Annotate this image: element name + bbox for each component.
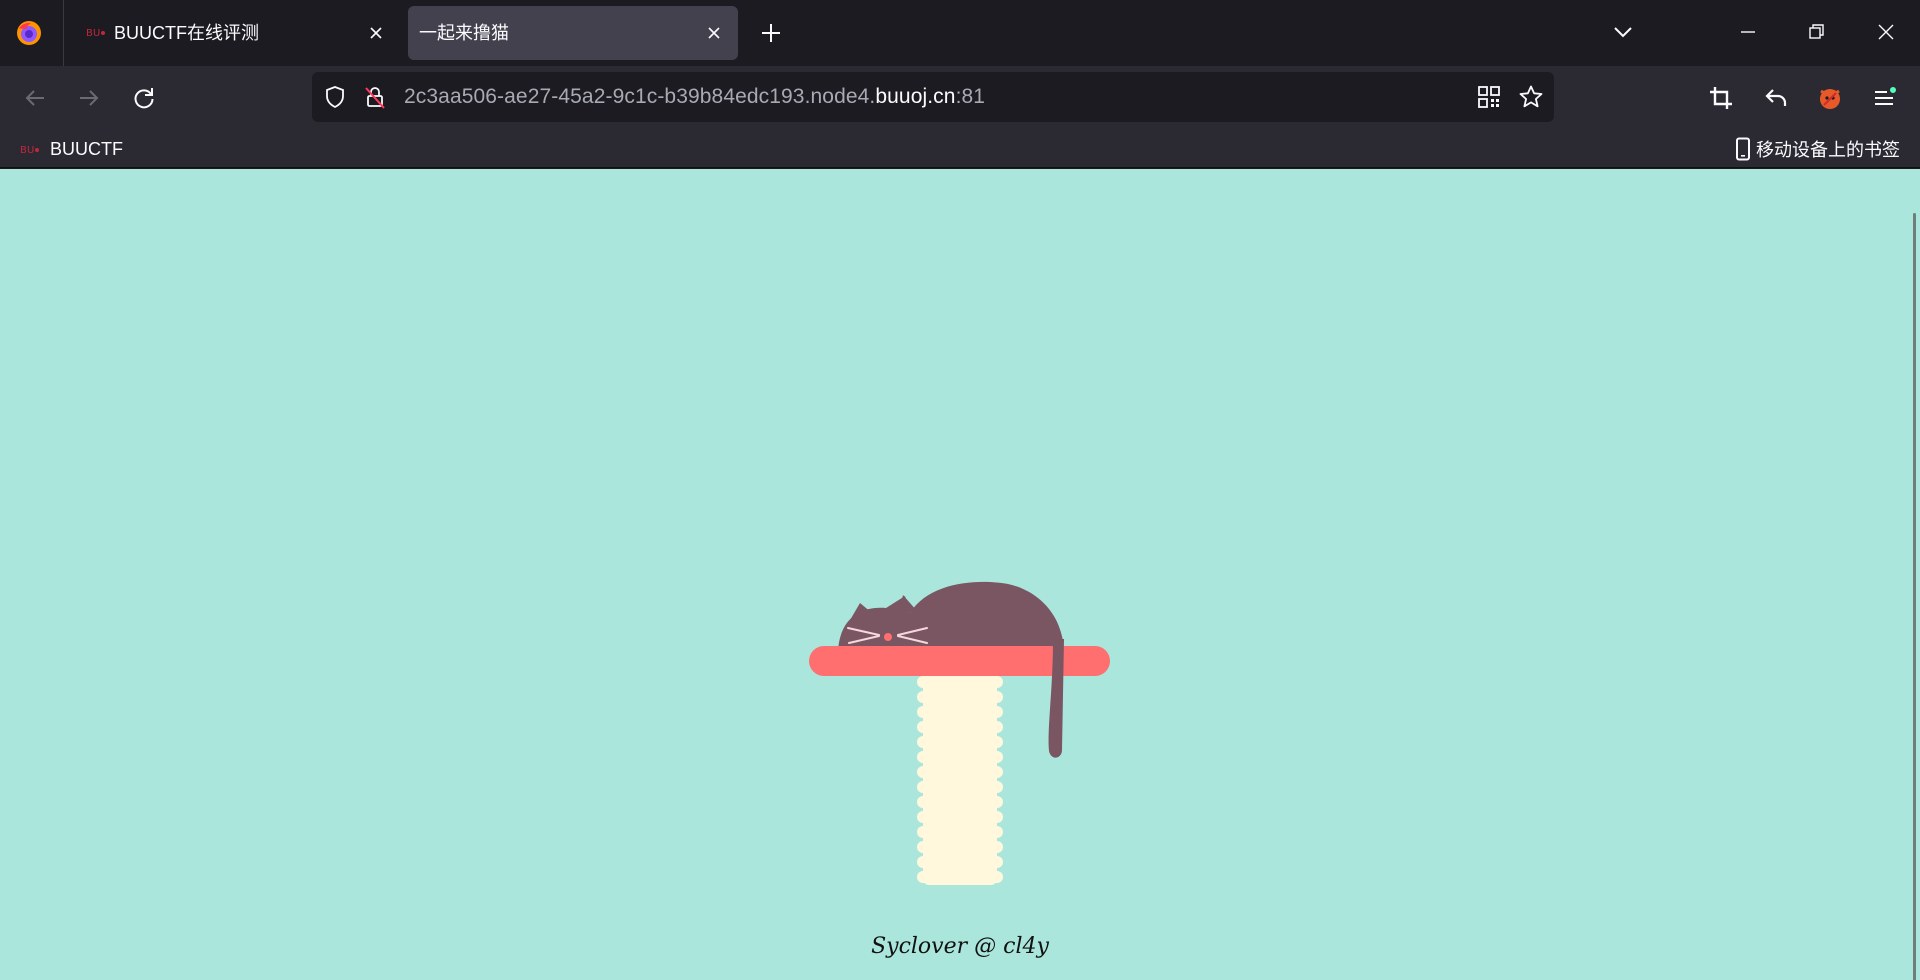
new-tab-plus-icon[interactable] [759, 21, 783, 45]
minimize-icon[interactable] [1736, 20, 1760, 44]
post-bump [991, 841, 1003, 853]
post-bump [917, 736, 929, 748]
mobile-bookmarks[interactable]: 移动设备上的书签 [1734, 136, 1900, 162]
post-bump [917, 766, 929, 778]
post-bump [991, 736, 1003, 748]
url-domain: buuoj.cn [875, 85, 956, 108]
post-bump [917, 751, 929, 763]
chevron-down-icon[interactable] [1612, 23, 1634, 41]
buuctf-favicon-icon: B U [86, 28, 105, 39]
bookmark-star-icon[interactable] [1518, 84, 1544, 110]
tab-title: 一起来撸猫 [419, 23, 509, 43]
post-bump [917, 796, 929, 808]
menu-hamburger-icon[interactable] [1872, 85, 1898, 111]
navigation-toolbar: 2c3aa506-ae27-45a2-9c1c-b39b84edc193.nod… [0, 66, 1920, 130]
cat [838, 581, 1064, 651]
buuctf-favicon-icon: B U [20, 145, 39, 156]
post-bump [991, 871, 1003, 883]
post-bump [991, 676, 1003, 688]
bookmark-buuctf[interactable]: B U BUUCTF [20, 136, 123, 162]
restore-icon[interactable] [1804, 20, 1828, 44]
post-bump [991, 706, 1003, 718]
post-bump [991, 811, 1003, 823]
close-tab-icon[interactable] [366, 23, 386, 43]
close-tab-icon[interactable] [704, 23, 724, 43]
post-bump [991, 766, 1003, 778]
forward-arrow-icon[interactable] [76, 85, 102, 111]
post-bump [917, 691, 929, 703]
back-arrow-icon[interactable] [22, 85, 48, 111]
post-bump [917, 781, 929, 793]
tab-strip: B U BUUCTF在线评测 一起来撸猫 [0, 0, 1920, 66]
shield-icon[interactable] [322, 84, 348, 110]
post-bump [917, 871, 929, 883]
post-bump [991, 781, 1003, 793]
svg-text:B: B [86, 28, 93, 39]
reload-icon[interactable] [131, 85, 157, 111]
post-bump [991, 721, 1003, 733]
post-bump [917, 811, 929, 823]
post-bump [991, 751, 1003, 763]
url-text[interactable]: 2c3aa506-ae27-45a2-9c1c-b39b84edc193.nod… [404, 84, 985, 110]
qr-code-icon[interactable] [1476, 84, 1502, 110]
sleeping-cat-illustration [809, 581, 1110, 885]
firefox-logo-icon[interactable] [16, 20, 42, 46]
post-bump [991, 856, 1003, 868]
post-bump [917, 721, 929, 733]
post-bump [917, 826, 929, 838]
svg-text:U: U [93, 28, 100, 39]
page-content: Syclover @ cl4y [0, 169, 1920, 980]
separator [63, 0, 64, 66]
tab-cat-page[interactable]: 一起来撸猫 [408, 6, 738, 60]
post-bump [917, 676, 929, 688]
post-bump [917, 706, 929, 718]
close-window-icon[interactable] [1874, 20, 1898, 44]
post-bump [991, 691, 1003, 703]
undo-arrow-icon[interactable] [1763, 85, 1789, 111]
url-port: :81 [955, 85, 986, 108]
post-bump [917, 841, 929, 853]
tab-buuctf[interactable]: B U BUUCTF在线评测 [70, 6, 400, 60]
bookmarks-toolbar: B U BUUCTF 移动设备上的书签 [0, 130, 1920, 168]
tab-title: BUUCTF在线评测 [114, 23, 259, 43]
screenshot-crop-icon[interactable] [1708, 85, 1734, 111]
address-bar[interactable]: 2c3aa506-ae27-45a2-9c1c-b39b84edc193.nod… [312, 72, 1554, 122]
svg-text:U: U [27, 145, 34, 156]
post-bump [917, 856, 929, 868]
extension-fox-icon[interactable] [1817, 85, 1843, 111]
mobile-device-icon [1736, 137, 1750, 161]
svg-text:B: B [20, 145, 27, 156]
mobile-bookmarks-label: 移动设备上的书签 [1756, 140, 1900, 161]
post-bump [991, 796, 1003, 808]
signature: Syclover @ cl4y [871, 934, 1049, 959]
bookmark-label: BUUCTF [50, 138, 123, 159]
scrollbar[interactable] [1913, 213, 1916, 980]
cat-shelf [809, 646, 1110, 676]
post-bump [991, 826, 1003, 838]
insecure-lock-icon[interactable] [362, 84, 388, 110]
url-prefix: 2c3aa506-ae27-45a2-9c1c-b39b84edc193.nod… [404, 85, 876, 108]
scratching-post [917, 659, 1003, 885]
